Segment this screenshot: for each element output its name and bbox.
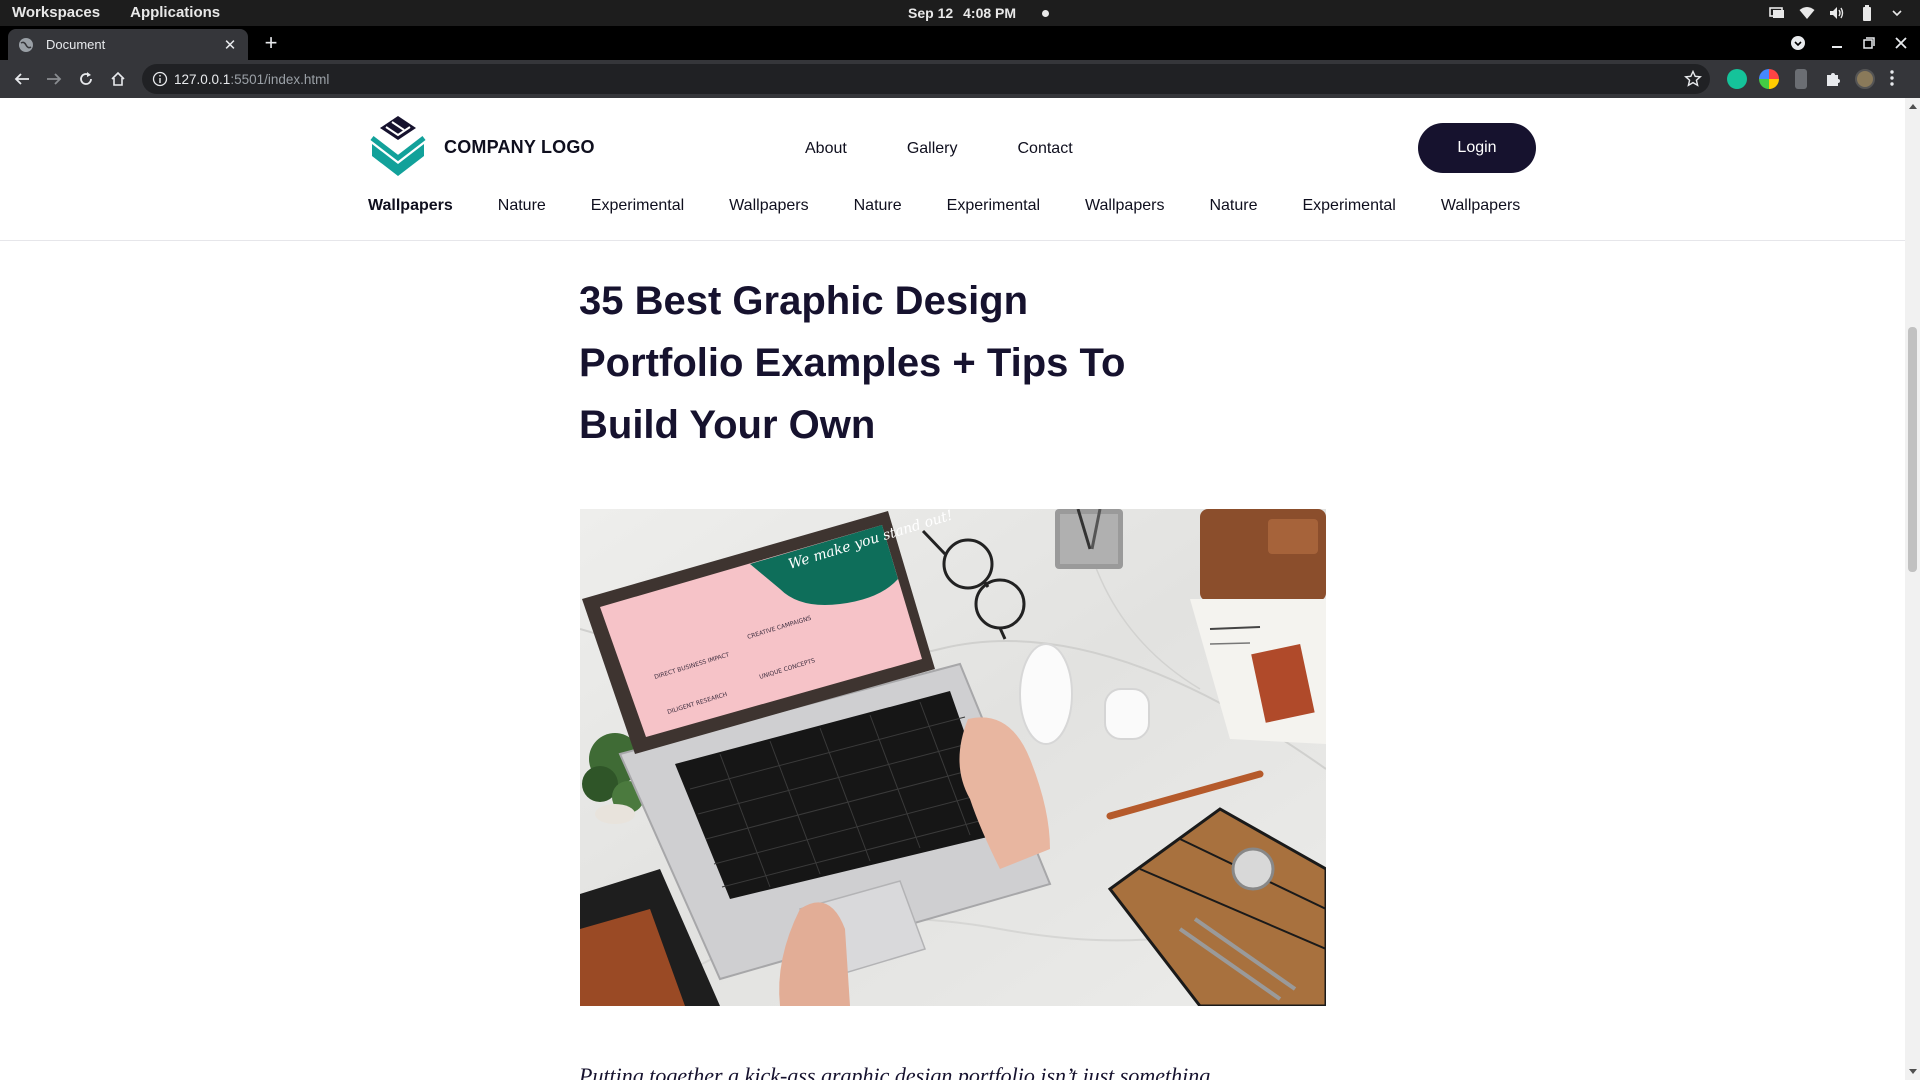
volume-icon[interactable] <box>1828 4 1846 22</box>
tab-search-icon[interactable] <box>1787 32 1809 54</box>
os-top-bar: Workspaces Applications Sep 12 4:08 PM <box>0 0 1920 26</box>
page-viewport: COMPANY LOGO About Gallery Contact Login… <box>0 98 1905 1080</box>
close-window-icon[interactable] <box>1890 32 1912 54</box>
puzzle-extensions-icon[interactable] <box>1823 69 1843 89</box>
url-host: 127.0.0.1 <box>174 71 231 87</box>
category-nav: Wallpapers Nature Experimental Wallpaper… <box>368 197 1565 215</box>
category-link[interactable]: Wallpapers <box>729 197 808 215</box>
wifi-icon[interactable] <box>1798 4 1816 22</box>
reload-icon[interactable] <box>74 67 98 91</box>
category-link[interactable]: Experimental <box>591 197 684 215</box>
category-link[interactable]: Nature <box>854 197 902 215</box>
color-picker-extension-icon[interactable] <box>1759 69 1779 89</box>
scrollbar-thumb[interactable] <box>1908 327 1917 572</box>
hero-image: We make you stand out! DIRECT BUSINESS I… <box>580 509 1326 1006</box>
article-lead: Putting together a kick-ass graphic desi… <box>579 1063 1211 1080</box>
screen-share-icon[interactable] <box>1768 4 1786 22</box>
forward-icon[interactable] <box>42 67 66 91</box>
tab-title: Document <box>46 37 106 52</box>
page-scrollbar[interactable] <box>1905 98 1920 1080</box>
scroll-down-arrow[interactable] <box>1909 1069 1917 1074</box>
login-button[interactable]: Login <box>1418 123 1536 173</box>
bookmark-star-icon[interactable] <box>1684 70 1702 88</box>
power-menu-icon[interactable] <box>1888 4 1906 22</box>
logo-text: COMPANY LOGO <box>444 136 595 157</box>
company-logo-icon <box>370 116 426 176</box>
category-link[interactable]: Wallpapers <box>1085 197 1164 215</box>
back-icon[interactable] <box>10 67 34 91</box>
article-title: 35 Best Graphic Design Portfolio Example… <box>579 270 1179 456</box>
tab-document[interactable]: Document ✕ <box>8 29 248 60</box>
url-path: :5501/index.html <box>230 71 330 87</box>
clock[interactable]: Sep 12 4:08 PM <box>908 5 1050 21</box>
category-link[interactable]: Nature <box>1209 197 1257 215</box>
globe-icon <box>19 37 33 52</box>
company-logo[interactable]: COMPANY LOGO <box>368 114 595 180</box>
address-bar[interactable]: 127.0.0.1:5501/index.html <box>142 64 1710 94</box>
profile-avatar[interactable] <box>1855 69 1875 89</box>
title-line: Build Your Own <box>579 403 876 447</box>
home-icon[interactable] <box>106 67 130 91</box>
browser-menu-icon[interactable] <box>1889 69 1899 89</box>
extension-icon[interactable] <box>1795 69 1807 89</box>
applications-menu[interactable]: Applications <box>130 4 220 21</box>
title-line: 35 Best Graphic Design <box>579 279 1029 323</box>
browser-tab-strip: Document ✕ + <box>0 26 1920 60</box>
restore-icon[interactable] <box>1858 32 1880 54</box>
minimize-icon[interactable] <box>1826 32 1848 54</box>
main-nav: About Gallery Contact <box>805 140 1133 158</box>
date-label: Sep 12 <box>908 5 954 21</box>
notification-dot <box>1042 9 1050 17</box>
grammarly-extension-icon[interactable] <box>1727 69 1747 89</box>
scroll-up-arrow[interactable] <box>1909 104 1917 109</box>
category-link[interactable]: Experimental <box>1302 197 1395 215</box>
browser-toolbar: 127.0.0.1:5501/index.html <box>0 60 1920 98</box>
nav-about-link[interactable]: About <box>805 140 847 158</box>
time-label: 4:08 PM <box>963 5 1017 21</box>
system-tray <box>1768 4 1906 22</box>
category-link[interactable]: Experimental <box>947 197 1040 215</box>
nav-gallery-link[interactable]: Gallery <box>907 140 958 158</box>
battery-icon[interactable] <box>1858 4 1876 22</box>
title-line: Portfolio Examples + Tips To <box>579 341 1126 385</box>
category-link[interactable]: Wallpapers <box>368 197 453 215</box>
category-link[interactable]: Nature <box>498 197 546 215</box>
site-header: COMPANY LOGO About Gallery Contact Login… <box>0 98 1905 241</box>
tab-close-icon[interactable]: ✕ <box>222 37 238 54</box>
new-tab-button[interactable]: + <box>260 32 282 54</box>
category-link[interactable]: Wallpapers <box>1441 197 1520 215</box>
nav-contact-link[interactable]: Contact <box>1018 140 1073 158</box>
workspaces-menu[interactable]: Workspaces <box>12 4 100 21</box>
site-info-icon[interactable] <box>152 71 168 87</box>
